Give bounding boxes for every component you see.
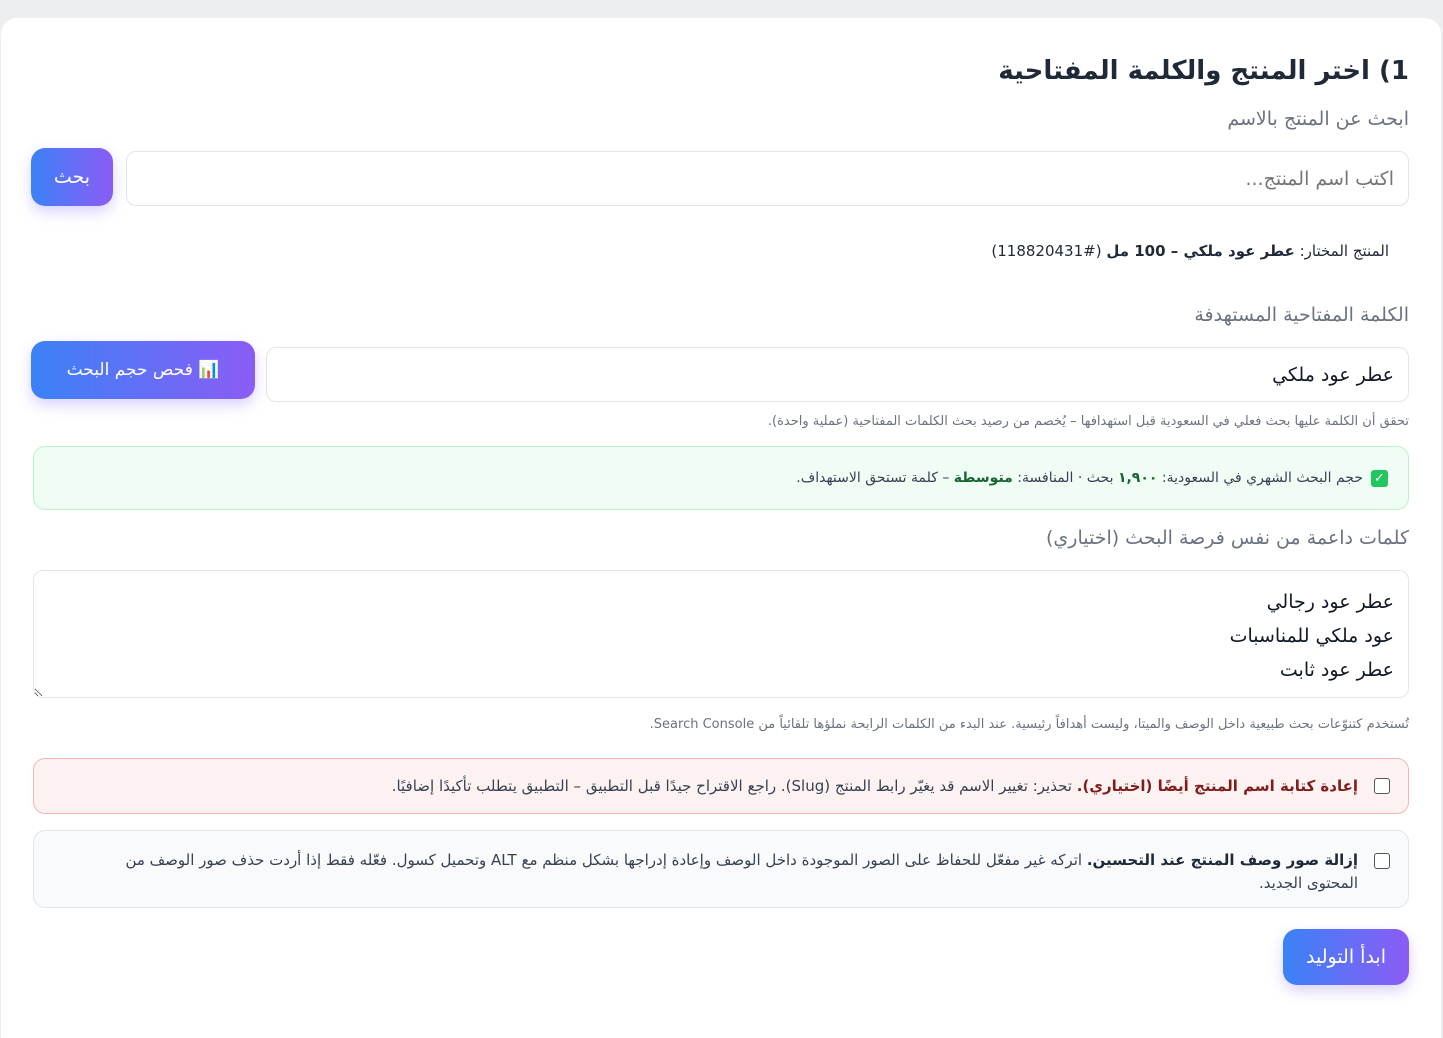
rewrite-name-option[interactable]: إعادة كتابة اسم المنتج أيضًا (اختياري). … [33,758,1409,814]
keyword-hint: تحقق أن الكلمة عليها بحث فعلي في السعودي… [767,414,1409,429]
volume-text-after: – كلمة تستحق الاستهداف. [796,470,950,486]
remove-images-text-block: إزالة صور وصف المنتج عند التحسين. اتركه … [74,849,1358,895]
remove-images-strong: إزالة صور وصف المنتج عند التحسين. [1086,851,1358,869]
volume-value: ١,٩٠٠ [1117,470,1158,486]
main-card: 1) اختر المنتج والكلمة المفتاحية ابحث عن… [1,18,1441,1038]
product-search-label: ابحث عن المنتج بالاسم [1227,108,1409,130]
product-search-input[interactable] [126,151,1409,206]
selected-product-id: (#118820431) [991,242,1102,260]
rewrite-name-strong: إعادة كتابة اسم المنتج أيضًا (اختياري). [1076,777,1358,795]
selected-product-name: عطر عود ملكي – 100 مل [1106,242,1295,260]
check-box-icon: ✓ [1371,469,1388,487]
rewrite-name-checkbox[interactable] [1374,778,1390,794]
volume-text-before: حجم البحث الشهري في السعودية: [1161,470,1363,486]
competition-value: متوسطة [953,470,1013,486]
remove-images-checkbox[interactable] [1374,853,1390,869]
supporting-keywords-label: كلمات داعمة من نفس فرصة البحث (اختياري) [1045,527,1409,549]
search-button[interactable]: بحث [31,148,113,206]
step-title: 1) اختر المنتج والكلمة المفتاحية [998,56,1409,86]
selected-product-prefix: المنتج المختار: [1299,242,1389,260]
keyword-label: الكلمة المفتاحية المستهدفة [1194,304,1409,326]
remove-images-option[interactable]: إزالة صور وصف المنتج عند التحسين. اتركه … [33,830,1409,908]
selected-product: المنتج المختار: عطر عود ملكي – 100 مل (#… [991,242,1389,260]
supporting-keywords-textarea[interactable]: عطر عود رجالي عود ملكي للمناسبات عطر عود… [33,570,1409,698]
supporting-keywords-hint: تُستخدم كتنوّعات بحث طبيعية داخل الوصف و… [649,717,1409,732]
volume-text-mid: بحث · المنافسة: [1017,470,1114,486]
start-generation-button[interactable]: ابدأ التوليد [1283,929,1409,985]
check-volume-button[interactable]: 📊 فحص حجم البحث [31,341,255,399]
keyword-input[interactable] [266,347,1409,402]
rewrite-name-text: تحذير: تغيير الاسم قد يغيّر رابط المنتج … [391,777,1072,795]
volume-result-banner: ✓ حجم البحث الشهري في السعودية: ١,٩٠٠ بح… [33,446,1409,510]
